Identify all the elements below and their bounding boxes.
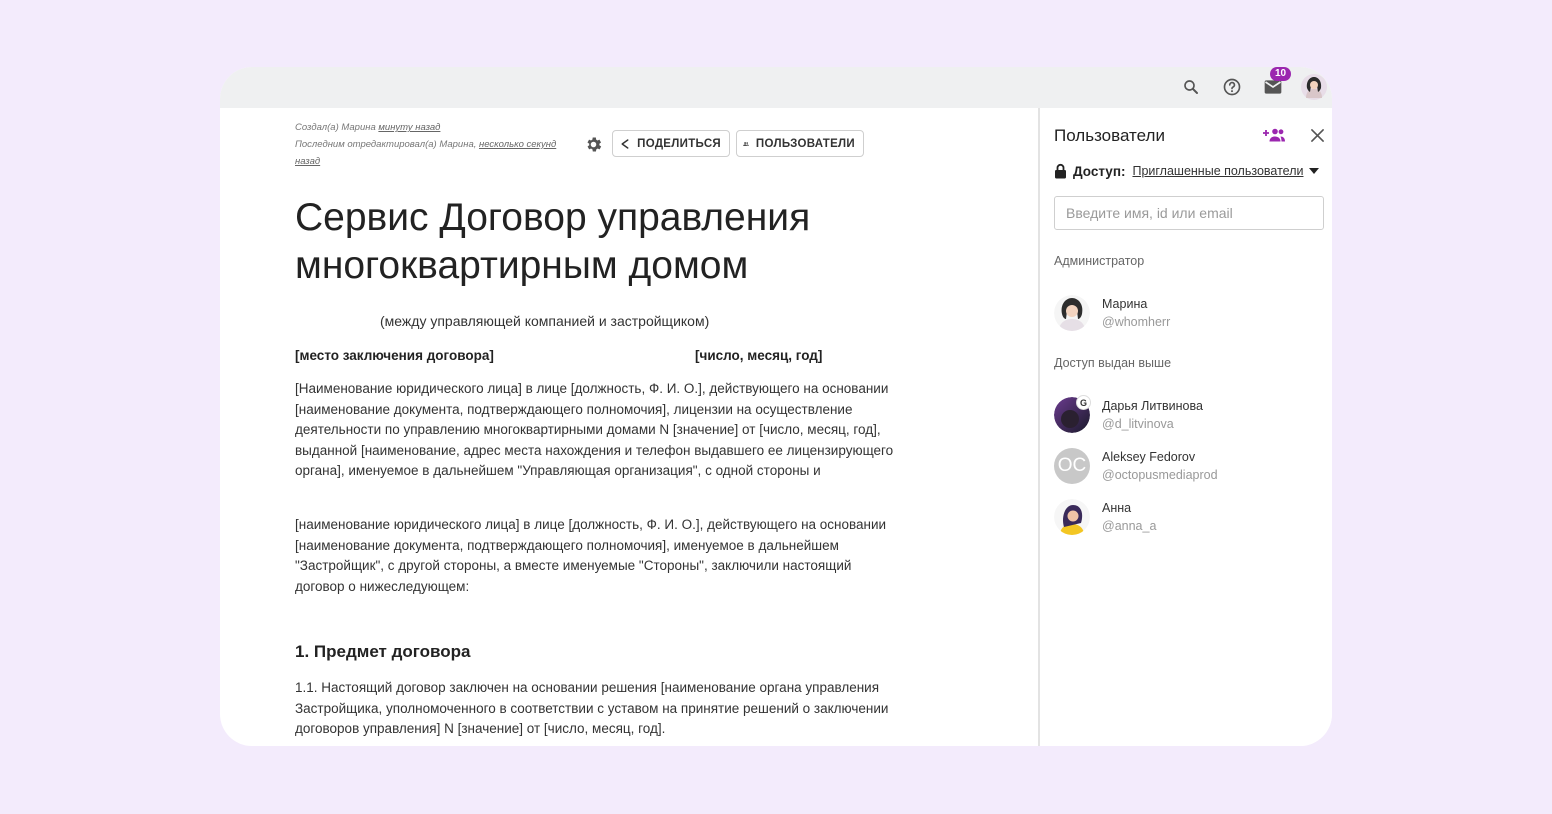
settings-gear-icon[interactable]: [582, 133, 604, 155]
avatar[interactable]: [1299, 72, 1329, 102]
top-bar: 10: [220, 67, 1332, 108]
google-badge: G: [1076, 395, 1091, 410]
user-handle: @whomherr: [1102, 315, 1171, 329]
user-name: Марина: [1102, 297, 1148, 311]
share-button[interactable]: ПОДЕЛИТЬСЯ: [612, 130, 730, 157]
inherited-section-title: Доступ выдан выше: [1054, 356, 1172, 370]
user-handle: @anna_a: [1102, 519, 1157, 533]
created-link[interactable]: минуту назад: [378, 122, 440, 133]
add-user-icon[interactable]: [1262, 124, 1286, 146]
caret-down-icon[interactable]: [1309, 168, 1320, 174]
user-row-daria[interactable]: G Дарья Литвинова @d_litvinova: [1054, 395, 1324, 437]
access-label: Доступ:: [1073, 163, 1126, 179]
mail-badge: 10: [1270, 67, 1292, 81]
user-handle: @d_litvinova: [1102, 417, 1174, 431]
document-area: Создал(а) Марина минуту назад Последним …: [220, 108, 1038, 746]
share-button-label: ПОДЕЛИТЬСЯ: [637, 137, 721, 150]
panel-title: Пользователи: [1054, 126, 1165, 145]
admin-section-title: Администратор: [1054, 254, 1145, 268]
people-icon: [743, 141, 749, 146]
created-text: Создал(а) Марина: [295, 122, 379, 133]
paragraph-parties-2: [наименование юридического лица] в лице …: [295, 517, 887, 594]
help-icon[interactable]: [1217, 72, 1247, 102]
avatar: OC: [1054, 448, 1090, 484]
user-handle: @octopusmediaprod: [1102, 468, 1218, 482]
close-icon[interactable]: [1306, 124, 1328, 146]
users-button[interactable]: ПОЛЬЗОВАТЕЛИ: [736, 130, 864, 157]
access-row: Доступ: Приглашенные пользователи: [1054, 163, 1320, 179]
users-button-label: ПОЛЬЗОВАТЕЛИ: [755, 137, 855, 150]
user-row-marina[interactable]: Марина @whomherr: [1054, 295, 1324, 335]
document-subtitle: (между управляющей компанией и застройщи…: [380, 313, 710, 329]
contract-date: [число, месяц, год]: [695, 348, 823, 363]
search-icon[interactable]: [1176, 72, 1206, 102]
document-meta: Создал(а) Марина минуту назад Последним …: [295, 119, 565, 170]
user-row-aleksey[interactable]: OC Aleksey Fedorov @octopusmediaprod: [1054, 448, 1324, 488]
user-name: Aleksey Fedorov: [1102, 450, 1196, 464]
user-name: Анна: [1102, 501, 1132, 515]
access-dropdown[interactable]: Приглашенные пользователи: [1132, 164, 1303, 178]
user-row-anna[interactable]: Анна @anna_a: [1054, 499, 1324, 539]
edited-text: Последним отредактировал(а) Марина,: [295, 139, 480, 150]
paragraph-parties-1: [Наименование юридического лица] в лице …: [295, 381, 894, 478]
app-window: 10 Создал(а) Марина минуту назад Последн…: [220, 67, 1332, 746]
user-name: Дарья Литвинова: [1102, 399, 1203, 413]
avatar: [1054, 499, 1090, 535]
section-heading: 1. Предмет договора: [295, 642, 471, 661]
share-icon: [621, 138, 629, 149]
users-panel: Пользователи Доступ: Приглашенные пользо…: [1038, 108, 1332, 746]
lock-icon: [1055, 163, 1066, 179]
contract-place: [место заключения договора]: [295, 348, 494, 363]
document-title: Сервис Договор управления многоквартирны…: [295, 196, 811, 287]
paragraph-1-1: 1.1. Настоящий договор заключен на основ…: [295, 680, 889, 736]
user-search-input[interactable]: [1054, 196, 1324, 230]
avatar: [1054, 295, 1090, 331]
